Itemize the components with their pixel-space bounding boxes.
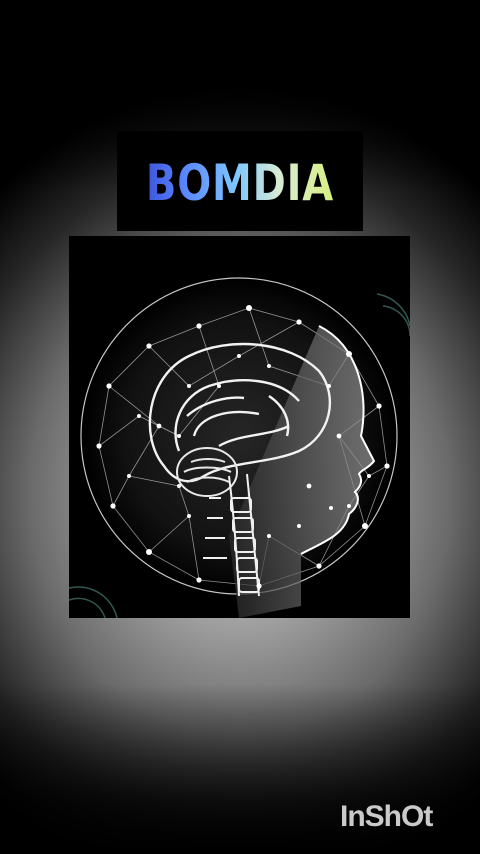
brain-network-head-icon xyxy=(69,277,410,618)
inshot-watermark: InShOt xyxy=(340,800,433,833)
title-text: BOMDIA xyxy=(142,155,339,211)
ai-brain-head-image xyxy=(69,236,410,618)
title-card: BOMDIA xyxy=(117,131,363,231)
